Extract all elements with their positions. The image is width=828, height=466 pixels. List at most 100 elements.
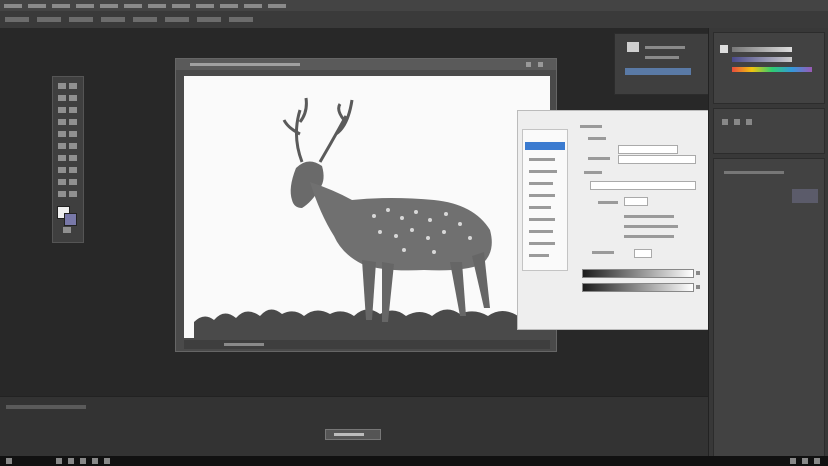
gradient-bar-top[interactable] <box>582 269 694 278</box>
menu-item[interactable] <box>4 4 22 8</box>
style-list-item-selected[interactable] <box>525 142 565 150</box>
eraser-tool-icon[interactable] <box>58 143 66 149</box>
start-icon[interactable] <box>6 458 12 464</box>
menu-item[interactable] <box>244 4 262 8</box>
option-line <box>624 215 674 218</box>
option-control[interactable] <box>229 17 253 22</box>
layer-row[interactable] <box>724 171 784 174</box>
clone-stamp-tool-icon[interactable] <box>58 131 66 137</box>
taskbar-app-icon[interactable] <box>104 458 110 464</box>
option-control[interactable] <box>5 17 29 22</box>
gradient-bar-bottom[interactable] <box>582 283 694 292</box>
menu-item[interactable] <box>148 4 166 8</box>
opacity-slider[interactable] <box>618 155 696 164</box>
option-line <box>624 235 674 238</box>
gradient-slider-handle[interactable] <box>696 271 700 275</box>
panel-line <box>645 46 685 49</box>
panel-selected-row[interactable] <box>625 68 691 75</box>
minimize-icon[interactable] <box>526 62 531 67</box>
menu-item[interactable] <box>196 4 214 8</box>
option-control[interactable] <box>165 17 189 22</box>
document-tab[interactable] <box>176 59 556 70</box>
option-control[interactable] <box>101 17 125 22</box>
style-list-item[interactable] <box>529 170 557 173</box>
right-panel-dock <box>708 28 828 466</box>
system-tray-icon[interactable] <box>802 458 808 464</box>
color-panel <box>713 32 825 104</box>
adjustment-icon[interactable] <box>722 119 728 125</box>
type-tool-icon[interactable] <box>69 167 77 173</box>
deer-image <box>194 97 550 338</box>
brush-tool-icon[interactable] <box>69 119 77 125</box>
menu-item[interactable] <box>52 4 70 8</box>
gradient-tool-icon[interactable] <box>69 143 77 149</box>
lasso-tool-icon[interactable] <box>58 95 66 101</box>
quick-mask-icon[interactable] <box>63 227 71 233</box>
pen-tool-icon[interactable] <box>58 167 66 173</box>
panel-thumbnail <box>627 42 639 52</box>
option-control[interactable] <box>197 17 221 22</box>
create-timeline-button[interactable] <box>325 429 381 440</box>
taskbar-app-icon[interactable] <box>56 458 62 464</box>
taskbar-app-icon[interactable] <box>92 458 98 464</box>
style-list-item[interactable] <box>529 206 551 209</box>
taskbar-app-icon[interactable] <box>68 458 74 464</box>
magic-wand-tool-icon[interactable] <box>69 95 77 101</box>
field-label <box>588 157 610 160</box>
field-label <box>598 201 618 204</box>
range-input[interactable] <box>634 249 652 258</box>
menu-item[interactable] <box>100 4 118 8</box>
style-list-item[interactable] <box>529 182 553 185</box>
dodge-tool-icon[interactable] <box>69 155 77 161</box>
color-chip[interactable] <box>720 45 728 53</box>
taskbar-app-icon[interactable] <box>80 458 86 464</box>
style-list-item[interactable] <box>529 158 555 161</box>
shape-tool-icon[interactable] <box>69 179 77 185</box>
image-canvas[interactable] <box>184 76 550 338</box>
menu-item[interactable] <box>172 4 190 8</box>
blend-mode-select[interactable] <box>618 145 678 154</box>
option-control[interactable] <box>133 17 157 22</box>
properties-panel <box>614 33 709 95</box>
path-selection-tool-icon[interactable] <box>58 179 66 185</box>
timeline-controls[interactable] <box>6 405 86 409</box>
style-list-item[interactable] <box>529 242 555 245</box>
menu-item[interactable] <box>220 4 238 8</box>
technique-select[interactable] <box>590 181 696 190</box>
color-slider[interactable] <box>732 57 792 62</box>
zoom-tool-icon[interactable] <box>69 191 77 197</box>
style-list-item[interactable] <box>529 194 555 197</box>
crop-tool-icon[interactable] <box>58 107 66 113</box>
timeline-panel <box>0 396 708 457</box>
menu-item[interactable] <box>268 4 286 8</box>
history-brush-tool-icon[interactable] <box>69 131 77 137</box>
background-color-swatch[interactable] <box>64 213 77 226</box>
menu-item[interactable] <box>124 4 142 8</box>
color-slider[interactable] <box>732 47 792 52</box>
field-label <box>588 137 606 140</box>
section-heading <box>584 171 602 174</box>
menu-item[interactable] <box>76 4 94 8</box>
blur-tool-icon[interactable] <box>58 155 66 161</box>
system-tray-icon[interactable] <box>814 458 820 464</box>
color-spectrum-bar[interactable] <box>732 67 812 72</box>
adjustment-icon[interactable] <box>746 119 752 125</box>
style-list-item[interactable] <box>529 230 553 233</box>
adjustment-icon[interactable] <box>734 119 740 125</box>
style-list-item[interactable] <box>529 218 555 221</box>
option-control[interactable] <box>37 17 61 22</box>
menu-item[interactable] <box>28 4 46 8</box>
option-control[interactable] <box>69 17 93 22</box>
move-tool-icon[interactable] <box>58 83 66 89</box>
layer-thumbnail[interactable] <box>792 189 818 203</box>
gradient-slider-handle[interactable] <box>696 285 700 289</box>
system-tray-icon[interactable] <box>790 458 796 464</box>
marquee-tool-icon[interactable] <box>69 83 77 89</box>
close-icon[interactable] <box>538 62 543 67</box>
hand-tool-icon[interactable] <box>58 191 66 197</box>
options-bar <box>0 11 828 29</box>
style-list-item[interactable] <box>529 254 549 257</box>
size-input[interactable] <box>624 197 648 206</box>
eyedropper-tool-icon[interactable] <box>69 107 77 113</box>
healing-brush-tool-icon[interactable] <box>58 119 66 125</box>
